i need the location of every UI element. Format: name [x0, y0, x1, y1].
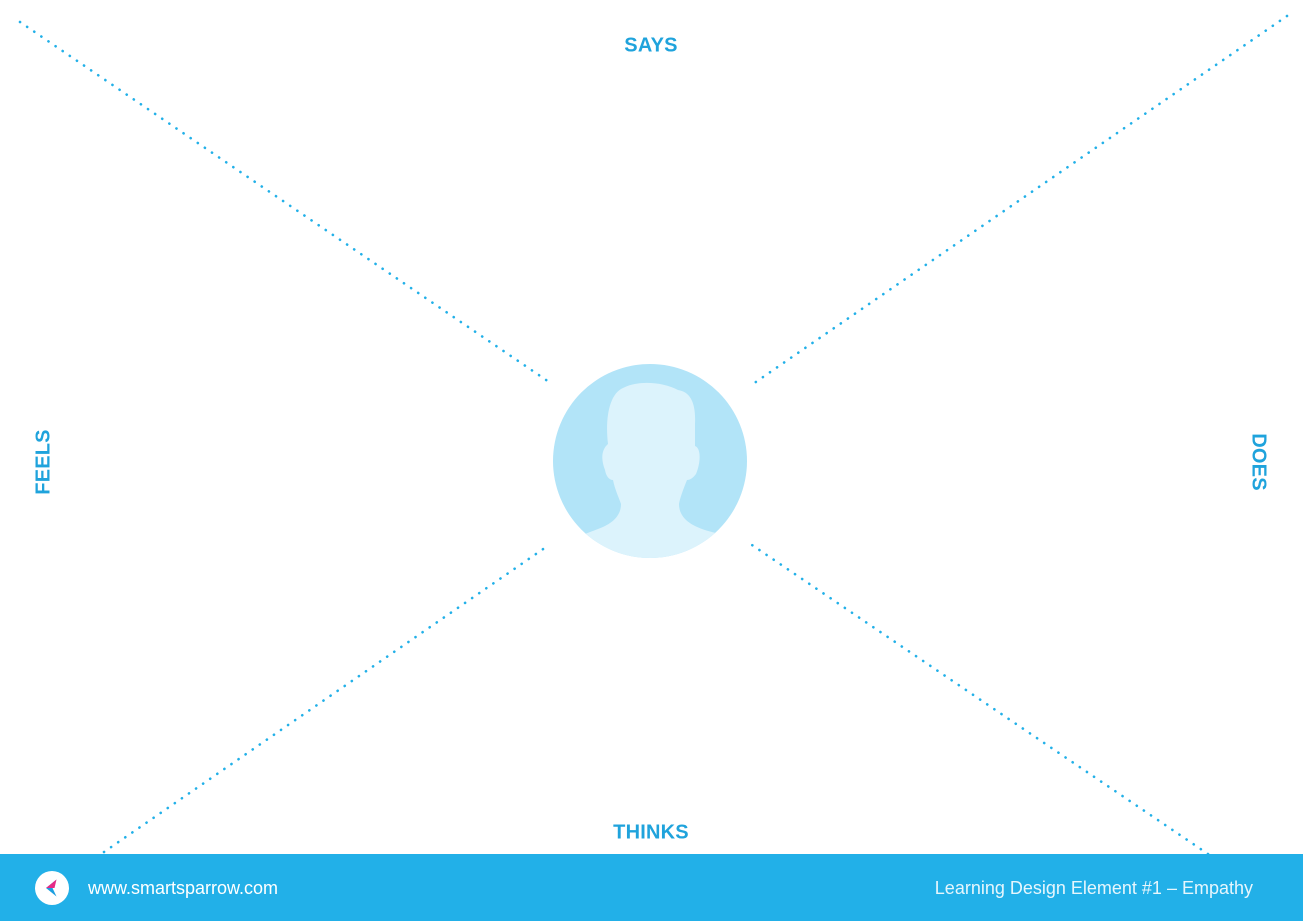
divider-bottom-left [102, 543, 551, 854]
divider-top-right [748, 14, 1289, 388]
footer-bar: www.smartsparrow.com Learning Design Ele… [0, 854, 1303, 921]
empathy-map: SAYS THINKS FEELS DOES www.smartsparrow.… [0, 0, 1303, 921]
does-label: DOES [1247, 433, 1270, 491]
says-label: SAYS [624, 34, 678, 57]
footer-caption: Learning Design Element #1 – Empathy [934, 878, 1253, 898]
footer-website-link[interactable]: www.smartsparrow.com [88, 878, 278, 899]
user-silhouette-icon [553, 364, 747, 558]
feels-label: FEELS [32, 429, 55, 495]
divider-bottom-right [750, 543, 1210, 856]
divider-top-left [18, 20, 554, 386]
smart-sparrow-logo-icon[interactable] [35, 871, 69, 905]
thinks-label: THINKS [613, 821, 689, 844]
